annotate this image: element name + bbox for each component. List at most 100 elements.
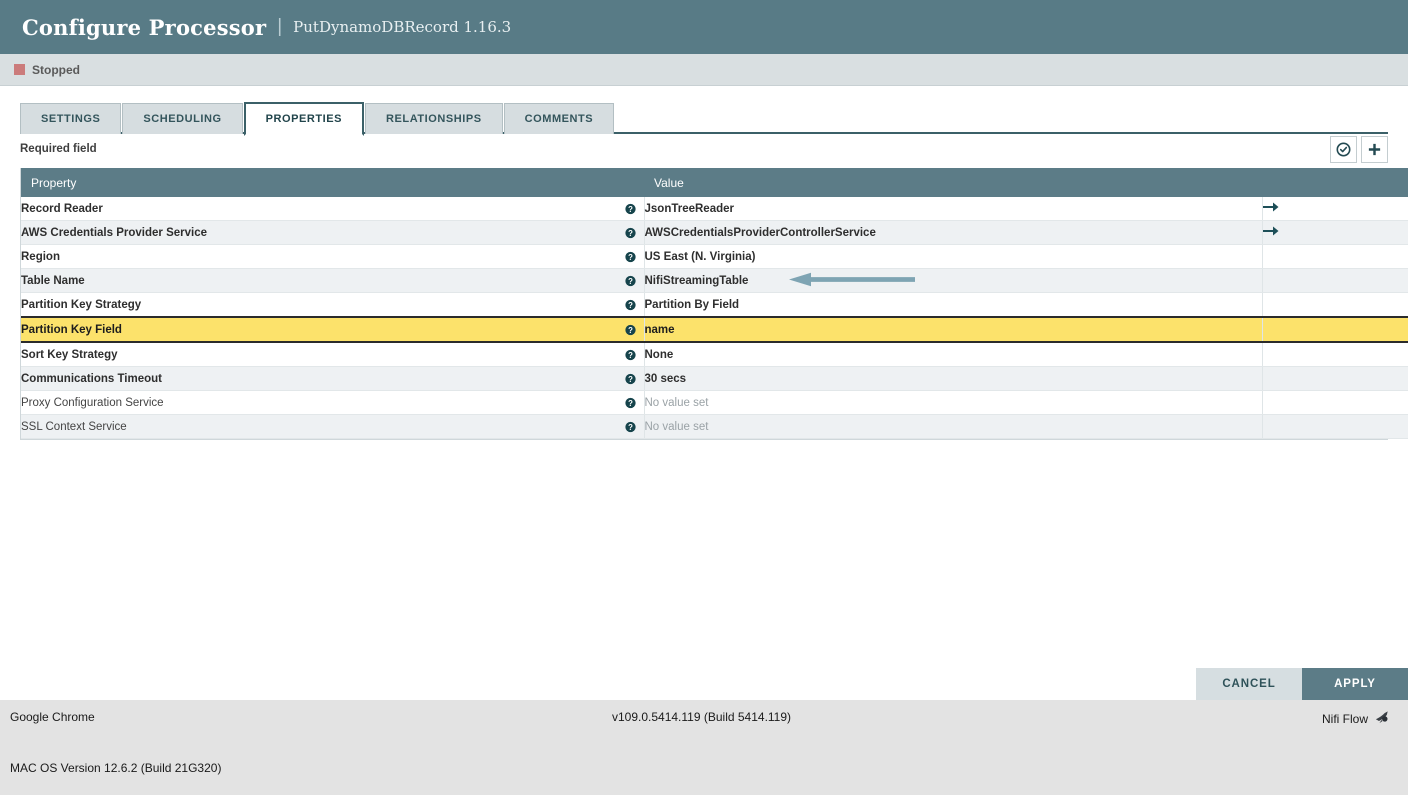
tab-scheduling[interactable]: SCHEDULING bbox=[122, 103, 243, 134]
goto-service-cell bbox=[1262, 244, 1408, 269]
svg-text:?: ? bbox=[628, 276, 633, 285]
svg-text:?: ? bbox=[628, 398, 633, 407]
svg-text:?: ? bbox=[628, 422, 633, 431]
goto-service-cell[interactable] bbox=[1262, 197, 1408, 221]
property-name-cell: Partition Key Strategy? bbox=[21, 292, 645, 318]
column-header-goto bbox=[1262, 168, 1408, 197]
svg-text:?: ? bbox=[628, 350, 633, 359]
help-icon[interactable]: ? bbox=[624, 227, 636, 238]
table-row[interactable]: Proxy Configuration Service? No value set bbox=[21, 390, 1408, 415]
help-icon[interactable]: ? bbox=[624, 275, 636, 286]
browser-name: Google Chrome bbox=[10, 710, 95, 724]
property-name-cell: Sort Key Strategy? bbox=[21, 342, 645, 367]
table-header-row: Property Value bbox=[21, 168, 1408, 197]
property-value-cell[interactable]: No value set bbox=[644, 390, 1263, 415]
table-row[interactable]: Table Name? NifiStreamingTable bbox=[21, 268, 1408, 293]
add-property-button[interactable] bbox=[1361, 136, 1388, 163]
property-value-label: NifiStreamingTable bbox=[644, 274, 749, 287]
property-name-cell: Communications Timeout? bbox=[21, 366, 645, 391]
go-to-arrow-icon[interactable] bbox=[1262, 202, 1279, 215]
tab-relationships[interactable]: RELATIONSHIPS bbox=[365, 103, 503, 134]
property-value-cell[interactable]: Partition By Field bbox=[644, 292, 1263, 318]
plus-icon bbox=[1367, 142, 1382, 157]
property-value-label: Partition By Field bbox=[644, 298, 740, 311]
property-value-label: name bbox=[644, 323, 675, 336]
property-value-label: No value set bbox=[644, 420, 709, 433]
property-value-label: No value set bbox=[644, 396, 709, 409]
table-row[interactable]: Partition Key Strategy? Partition By Fiel… bbox=[21, 292, 1408, 318]
svg-text:?: ? bbox=[628, 228, 633, 237]
tab-list: SETTINGS SCHEDULING PROPERTIES RELATIONS… bbox=[20, 97, 1408, 136]
tab-properties[interactable]: PROPERTIES bbox=[243, 102, 365, 136]
properties-table-body: Record Reader? JsonTreeReader AWS Credenti… bbox=[21, 197, 1408, 439]
table-row[interactable]: Partition Key Field? name bbox=[21, 316, 1408, 343]
property-value-cell[interactable]: 30 secs bbox=[644, 366, 1263, 391]
properties-table-container: Property Value Record Reader? JsonTreeRea… bbox=[20, 168, 1408, 440]
property-value-cell[interactable]: name bbox=[644, 316, 1263, 343]
property-name-label: Sort Key Strategy bbox=[21, 348, 118, 361]
apply-button[interactable]: APPLY bbox=[1302, 668, 1408, 700]
cancel-button[interactable]: CANCEL bbox=[1196, 668, 1302, 700]
property-value-cell[interactable]: US East (N. Virginia) bbox=[644, 244, 1263, 269]
svg-text:?: ? bbox=[628, 204, 633, 213]
property-name-label: Partition Key Field bbox=[21, 323, 122, 336]
help-icon[interactable]: ? bbox=[624, 299, 636, 310]
property-name-cell: SSL Context Service? bbox=[21, 414, 645, 439]
help-icon[interactable]: ? bbox=[624, 349, 636, 360]
property-name-label: Region bbox=[21, 250, 60, 263]
processor-status-bar: Stopped bbox=[0, 54, 1408, 86]
processor-name-version: PutDynamoDBRecord 1.16.3 bbox=[293, 18, 512, 36]
help-icon[interactable]: ? bbox=[624, 203, 636, 214]
property-name-cell: Proxy Configuration Service? bbox=[21, 390, 645, 415]
go-to-arrow-icon[interactable] bbox=[1262, 226, 1279, 239]
properties-toolbar: Required field bbox=[20, 134, 1388, 168]
property-value-cell[interactable]: No value set bbox=[644, 414, 1263, 439]
svg-text:?: ? bbox=[628, 300, 633, 309]
tab-comments[interactable]: COMMENTS bbox=[503, 103, 615, 134]
help-icon[interactable]: ? bbox=[624, 251, 636, 262]
property-name-label: SSL Context Service bbox=[21, 420, 127, 433]
configure-processor-dialog: Configure Processor | PutDynamoDBRecord … bbox=[0, 0, 1408, 700]
property-value-label: US East (N. Virginia) bbox=[644, 250, 756, 263]
goto-service-cell bbox=[1262, 390, 1408, 415]
tab-settings[interactable]: SETTINGS bbox=[20, 103, 122, 134]
svg-text:?: ? bbox=[628, 252, 633, 261]
left-arrow-annotation-icon bbox=[787, 271, 917, 290]
property-name-cell: Region? bbox=[21, 244, 645, 269]
property-value-label: 30 secs bbox=[644, 372, 687, 385]
help-icon[interactable]: ? bbox=[624, 397, 636, 408]
table-row[interactable]: AWS Credentials Provider Service? AWSCred… bbox=[21, 220, 1408, 245]
properties-table: Property Value Record Reader? JsonTreeRea… bbox=[21, 168, 1408, 439]
property-name-cell: Record Reader? bbox=[21, 197, 645, 221]
goto-service-cell bbox=[1262, 316, 1408, 343]
property-name-label: AWS Credentials Provider Service bbox=[21, 226, 207, 239]
property-value-label: None bbox=[644, 348, 674, 361]
title-separator: | bbox=[277, 16, 283, 37]
page-footer: Google Chrome v109.0.5414.119 (Build 541… bbox=[0, 700, 1408, 795]
check-circle-icon bbox=[1336, 142, 1351, 157]
column-header-value: Value bbox=[644, 168, 1262, 197]
column-header-property: Property bbox=[21, 168, 644, 197]
nifi-flow-breadcrumb[interactable]: Nifi Flow bbox=[1322, 710, 1390, 727]
goto-service-cell bbox=[1262, 292, 1408, 318]
properties-actions bbox=[1326, 136, 1388, 163]
help-icon[interactable]: ? bbox=[624, 324, 636, 335]
table-row[interactable]: Communications Timeout? 30 secs bbox=[21, 366, 1408, 391]
os-version: MAC OS Version 12.6.2 (Build 21G320) bbox=[10, 761, 222, 775]
table-row[interactable]: Sort Key Strategy? None bbox=[21, 342, 1408, 367]
property-value-label: JsonTreeReader bbox=[644, 202, 735, 215]
help-icon[interactable]: ? bbox=[624, 373, 636, 384]
property-value-cell[interactable]: JsonTreeReader bbox=[644, 197, 1263, 221]
property-value-cell[interactable]: AWSCredentialsProviderControllerService bbox=[644, 220, 1263, 245]
property-name-label: Proxy Configuration Service bbox=[21, 396, 164, 409]
help-icon[interactable]: ? bbox=[624, 421, 636, 432]
property-value-label: AWSCredentialsProviderControllerService bbox=[644, 226, 876, 239]
table-row[interactable]: Record Reader? JsonTreeReader bbox=[21, 197, 1408, 221]
property-value-cell[interactable]: NifiStreamingTable bbox=[644, 268, 1263, 293]
table-row[interactable]: SSL Context Service? No value set bbox=[21, 414, 1408, 439]
goto-service-cell[interactable] bbox=[1262, 220, 1408, 245]
verify-properties-button[interactable] bbox=[1330, 136, 1357, 163]
browser-version: v109.0.5414.119 (Build 5414.119) bbox=[612, 710, 792, 724]
property-value-cell[interactable]: None bbox=[644, 342, 1263, 367]
table-row[interactable]: Region? US East (N. Virginia) bbox=[21, 244, 1408, 269]
